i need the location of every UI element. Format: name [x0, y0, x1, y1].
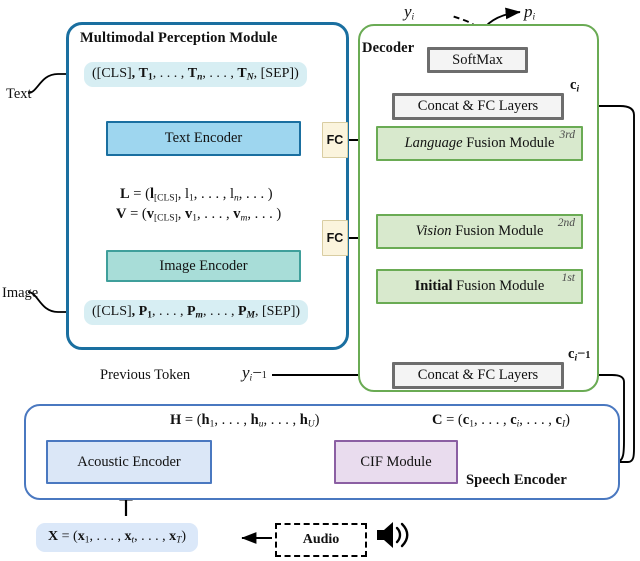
fc-projection-language: FC — [322, 122, 348, 158]
language-fusion-order: 3rd — [559, 129, 575, 141]
vision-fusion-emph: Vision — [415, 223, 452, 239]
audio-input-label: Audio — [302, 532, 340, 547]
speaker-icon-svg — [377, 522, 409, 548]
image-input-label: Image — [2, 285, 39, 301]
initial-fusion-emph: Initial — [414, 278, 453, 294]
initial-fusion-rest: Fusion Module — [452, 278, 545, 294]
concat-fc-top-box: Concat & FC Layers — [392, 93, 564, 120]
vision-feature-formula: V = (v[CLS], v1, . . . , vm, . . . ) — [116, 206, 282, 224]
decoder-output-token: yi — [404, 2, 415, 23]
perception-module-title: Multimodal Perception Module — [80, 30, 278, 46]
initial-fusion-module: 1st Initial Fusion Module — [376, 269, 583, 304]
previous-token-label: Previous Token — [100, 367, 191, 383]
text-token-sequence: ([CLS], T1, . . . , Tn, . . . , TN, [SEP… — [84, 62, 307, 88]
text-encoder-box: Text Encoder — [106, 121, 301, 156]
cif-context-formula: C = (c1, . . . , ci, . . . , cI) — [432, 412, 570, 430]
acoustic-encoder-box: Acoustic Encoder — [46, 440, 212, 484]
vision-fusion-module: 2nd Vision Fusion Module — [376, 214, 583, 249]
language-fusion-module: 3rd Language Fusion Module — [376, 126, 583, 161]
audio-input-box: Audio — [275, 523, 367, 557]
speaker-icon — [374, 519, 414, 556]
text-encoder-label: Text Encoder — [164, 130, 243, 146]
vision-fusion-rest: Fusion Module — [451, 223, 544, 239]
cif-module-box: CIF Module — [334, 440, 458, 484]
context-vector-ci: ci — [570, 77, 580, 95]
language-fusion-rest: Fusion Module — [462, 135, 555, 151]
concat-fc-top-label: Concat & FC Layers — [417, 98, 539, 114]
audio-feature-formula: X = (x1, . . . , xt, . . . , xT) — [36, 523, 199, 553]
decoder-module — [358, 24, 599, 392]
concat-fc-bottom-label: Concat & FC Layers — [417, 367, 539, 383]
decoder-output-probability: pi — [524, 2, 536, 23]
previous-token-symbol: yi−1 — [242, 363, 267, 384]
fc-bottom-label: FC — [326, 231, 344, 245]
softmax-box: SoftMax — [427, 47, 528, 73]
initial-fusion-order: 1st — [561, 272, 575, 284]
concat-fc-bottom-box: Concat & FC Layers — [392, 362, 564, 389]
speech-encoder-title: Speech Encoder — [466, 472, 567, 488]
language-feature-formula: L = (l[CLS], l1, . . . , ln, . . . ) — [120, 186, 273, 204]
text-input-label: Text — [6, 86, 32, 102]
image-encoder-label: Image Encoder — [159, 257, 248, 274]
vision-fusion-order: 2nd — [557, 217, 575, 229]
language-fusion-emph: Language — [404, 135, 463, 151]
softmax-label: SoftMax — [452, 51, 503, 68]
fc-projection-vision: FC — [322, 220, 348, 256]
acoustic-encoder-label: Acoustic Encoder — [77, 453, 181, 470]
acoustic-hidden-formula: H = (h1, . . . , hu, . . . , hU) — [170, 412, 320, 430]
cif-module-label: CIF Module — [360, 453, 432, 470]
decoder-title: Decoder — [362, 40, 415, 56]
context-vector-ci-minus-1: ci−1 — [568, 346, 591, 364]
image-encoder-box: Image Encoder — [106, 250, 301, 282]
fc-top-label: FC — [326, 133, 344, 147]
image-token-sequence: ([CLS], P1, . . . , Pm, . . . , PM, [SEP… — [84, 300, 309, 326]
